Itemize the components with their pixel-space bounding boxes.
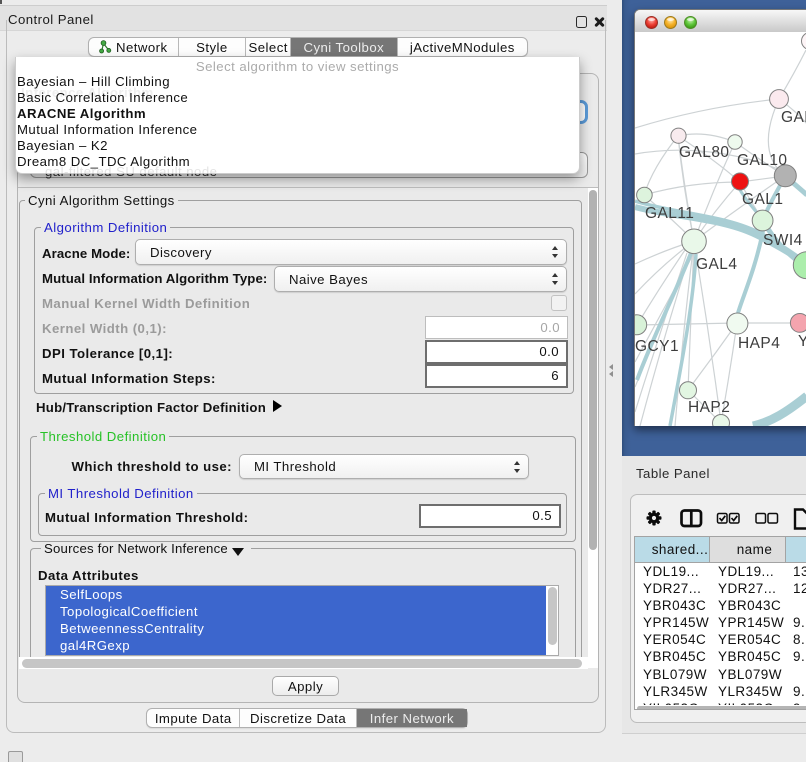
svg-text:HAP4: HAP4 (738, 335, 780, 352)
svg-text:GAL11: GAL11 (645, 205, 694, 222)
svg-text:GAL1: GAL1 (742, 191, 783, 208)
svg-text:GAL4: GAL4 (696, 256, 737, 273)
svg-text:GAL7: GAL7 (781, 109, 806, 126)
svg-text:HAP2: HAP2 (688, 399, 730, 416)
svg-text:SWI4: SWI4 (763, 232, 803, 249)
svg-text:GCY1: GCY1 (635, 338, 679, 355)
svg-text:GAL10: GAL10 (737, 152, 788, 169)
svg-text:GAL80: GAL80 (679, 144, 730, 161)
svg-text:Y: Y (798, 333, 806, 350)
